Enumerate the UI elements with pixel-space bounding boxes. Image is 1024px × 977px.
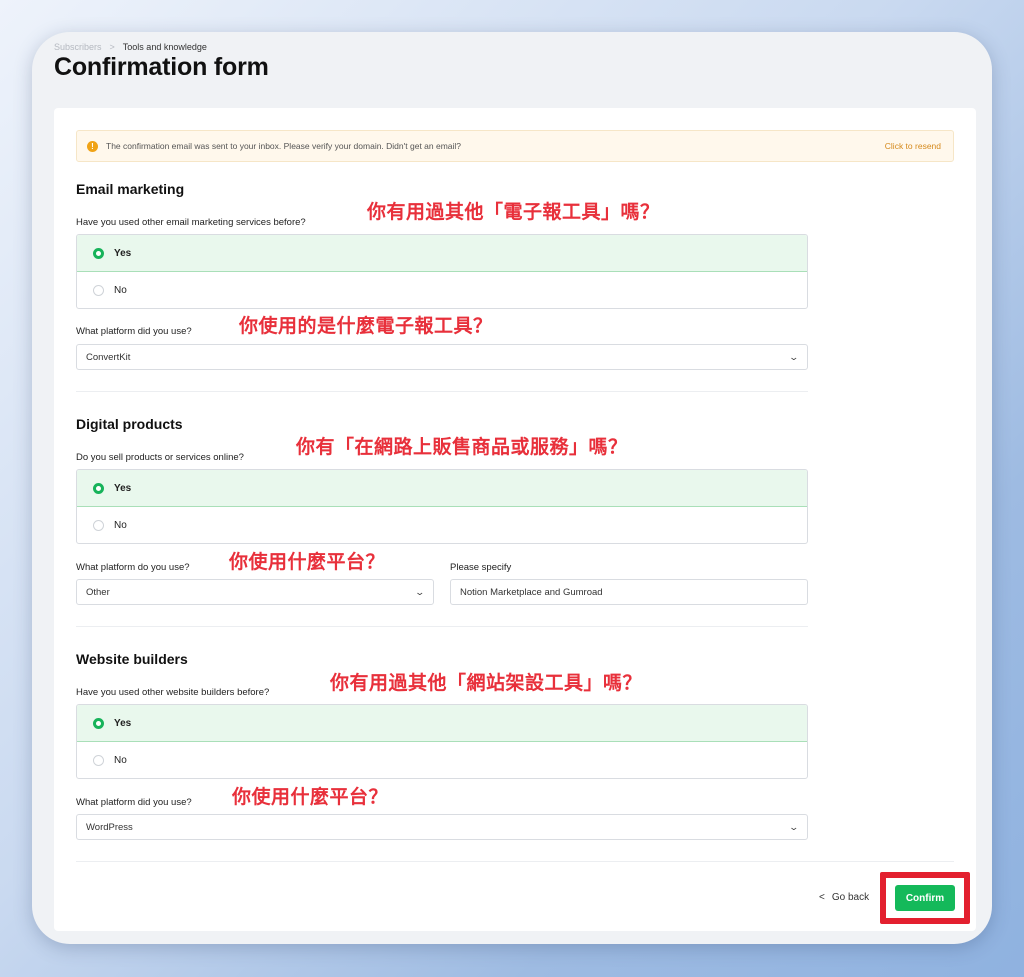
question-digital: Do you sell products or services online? [76,452,244,463]
radio-label: No [114,520,127,531]
radio-option-no[interactable]: No [77,272,807,308]
radio-label: Yes [114,247,132,259]
breadcrumb: Subscribers > Tools and knowledge [54,42,269,52]
select-value: WordPress [86,821,133,833]
radio-group-website: Yes No [76,704,808,779]
radio-option-no[interactable]: No [77,507,807,543]
resend-link[interactable]: Click to resend [885,141,941,151]
confirmation-banner: ! The confirmation email was sent to you… [76,130,954,162]
radio-label: Yes [114,717,132,729]
annotation-website-question: 你有用過其他「網站架設工具」嗎？ [330,672,643,694]
radio-label: Yes [114,482,132,494]
chevron-down-icon: ⌄ [414,586,426,597]
chevron-down-icon: ⌄ [788,351,800,362]
app-window: Subscribers > Tools and knowledge Confir… [32,32,992,944]
radio-selected-icon [93,482,104,494]
go-back-link[interactable]: < Go back [819,892,869,903]
platform-select-website[interactable]: WordPress ⌄ [76,814,808,840]
section-divider [76,391,808,392]
radio-option-yes[interactable]: Yes [77,235,807,272]
specify-input[interactable]: Notion Marketplace and Gumroad [450,579,808,605]
radio-empty-icon [93,285,104,296]
section-divider [76,626,808,627]
confirm-highlight-box: Confirm [880,872,970,924]
page-title: Confirmation form [54,53,269,81]
platform-label-digital: What platform do you use? [76,562,190,573]
radio-selected-icon [93,247,104,259]
annotation-email-platform: 你使用的是什麼電子報工具？ [239,315,493,337]
radio-option-no[interactable]: No [77,742,807,778]
breadcrumb-current: Tools and knowledge [122,42,207,52]
specify-label: Please specify [450,562,512,573]
platform-select-email[interactable]: ConvertKit ⌄ [76,344,808,370]
select-value: Other [86,586,110,598]
radio-empty-icon [93,755,104,766]
section-title-website: Website builders [76,651,188,667]
radio-group-digital: Yes No [76,469,808,544]
platform-label-website: What platform did you use? [76,797,192,808]
form-card: ! The confirmation email was sent to you… [54,108,976,931]
radio-empty-icon [93,520,104,531]
breadcrumb-parent[interactable]: Subscribers [54,42,102,52]
section-title-email: Email marketing [76,181,185,197]
question-email: Have you used other email marketing serv… [76,217,306,228]
breadcrumb-separator: > [109,42,115,52]
platform-label-email: What platform did you use? [76,326,192,337]
page-header: Subscribers > Tools and knowledge Confir… [54,42,269,82]
footer-divider [76,861,954,862]
radio-option-yes[interactable]: Yes [77,470,807,507]
annotation-digital-question: 你有「在網路上販售商品或服務」嗎？ [296,436,628,458]
confirm-button[interactable]: Confirm [895,885,955,911]
section-title-digital: Digital products [76,416,183,432]
radio-selected-icon [93,717,104,729]
annotation-website-platform: 你使用什麼平台？ [232,786,389,808]
question-website: Have you used other website builders bef… [76,687,270,698]
radio-label: No [114,285,127,296]
radio-group-email: Yes No [76,234,808,309]
warning-icon: ! [87,140,98,152]
radio-option-yes[interactable]: Yes [77,705,807,742]
platform-select-digital[interactable]: Other ⌄ [76,579,434,605]
chevron-left-icon: < [819,892,825,903]
annotation-email-question: 你有用過其他「電子報工具」嗎？ [367,201,660,223]
radio-label: No [114,755,127,766]
go-back-label: Go back [831,892,870,903]
banner-message: The confirmation email was sent to your … [106,141,462,151]
chevron-down-icon: ⌄ [788,821,800,832]
annotation-digital-platform: 你使用什麼平台？ [229,551,386,573]
select-value: ConvertKit [86,351,131,363]
